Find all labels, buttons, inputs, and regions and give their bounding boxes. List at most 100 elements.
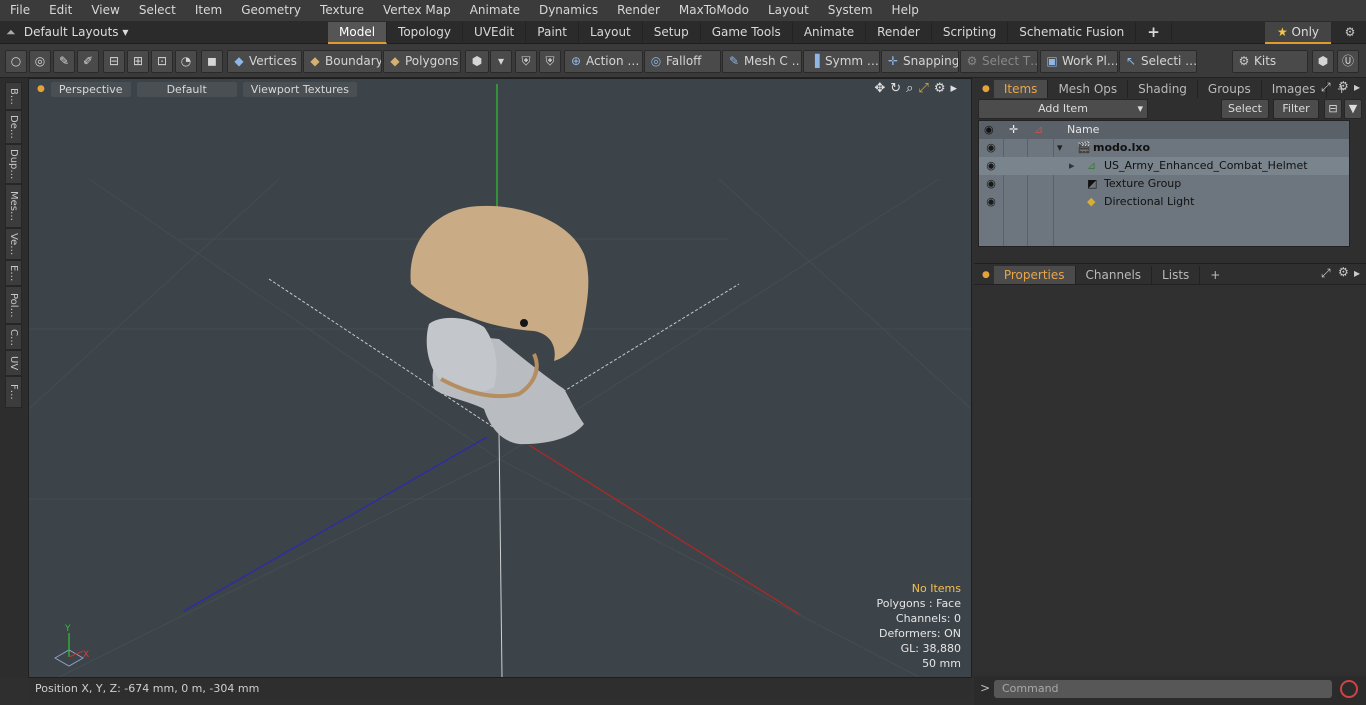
chevron-down-icon[interactable]: ▾ (490, 50, 512, 73)
menu-layout[interactable]: Layout (758, 0, 818, 21)
perspective-dropdown[interactable]: Perspective (50, 82, 131, 97)
left-tab-mesh[interactable]: Mes… (5, 184, 22, 228)
menu-texture[interactable]: Texture (310, 0, 373, 21)
tab-items[interactable]: Items (993, 80, 1049, 98)
tab-game-tools[interactable]: Game Tools (701, 22, 793, 42)
tab-mesh-ops[interactable]: Mesh Ops (1048, 80, 1129, 98)
orbit-icon[interactable]: ↻ (890, 81, 901, 96)
menu-render[interactable]: Render (607, 0, 669, 21)
gear-icon[interactable]: ⚙ (1340, 22, 1360, 42)
left-tab-basic[interactable]: B… (5, 82, 22, 110)
symmetry-shield-icon[interactable]: ⛨ (515, 50, 537, 73)
item-row[interactable]: ◉ ▾ 🎬 modo.lxo (979, 139, 1349, 157)
falloff-button[interactable]: ◎ Falloff (644, 50, 721, 73)
menu-system[interactable]: System (818, 0, 882, 21)
mesh-constraint-button[interactable]: ✎ Mesh C … (722, 50, 802, 73)
viewport-textures-dropdown[interactable]: Viewport Textures (242, 82, 357, 97)
shield-icon[interactable]: ⛨ (539, 50, 561, 73)
transform-icon[interactable]: ⊞ (127, 50, 149, 73)
symmetry-button[interactable]: ▐ Symm … (803, 50, 880, 73)
work-plane-button[interactable]: ▣ Work Pl… (1040, 50, 1118, 73)
menu-dynamics[interactable]: Dynamics (529, 0, 607, 21)
record-icon[interactable] (1340, 680, 1358, 698)
left-tab-deform[interactable]: De… (5, 110, 22, 144)
left-tab-vertex[interactable]: Ve… (5, 228, 22, 260)
action-center-button[interactable]: ⊕ Action … (564, 50, 643, 73)
snapping-button[interactable]: ✛ Snapping (881, 50, 959, 73)
select-circle-icon[interactable]: ○ (5, 50, 27, 73)
tab-schematic-fusion[interactable]: Schematic Fusion (1008, 22, 1137, 42)
name-column-header[interactable]: Name (1067, 121, 1099, 139)
add-item-dropdown[interactable]: Add Item ▾ (978, 99, 1148, 119)
unity-icon[interactable]: ⬢ (1312, 50, 1334, 73)
tab-properties[interactable]: Properties (993, 266, 1076, 284)
viewport-menu-icon[interactable]: ● (37, 82, 45, 97)
menu-vertex-map[interactable]: Vertex Map (373, 0, 460, 21)
expand-arrow-icon[interactable]: ▸ (1069, 157, 1075, 175)
menu-help[interactable]: Help (882, 0, 928, 21)
menu-animate[interactable]: Animate (460, 0, 529, 21)
rotate-icon[interactable]: ◔ (175, 50, 197, 73)
material-icon[interactable]: ⬢ (465, 50, 489, 73)
pan-icon[interactable]: ✥ (874, 81, 885, 96)
polygons-button[interactable]: ◆ Polygons (383, 50, 461, 73)
tab-scripting[interactable]: Scripting (932, 22, 1009, 42)
left-tab-curve[interactable]: C… (5, 324, 22, 350)
funnel-icon[interactable]: ▼ (1344, 99, 1362, 119)
tab-layout[interactable]: Layout (579, 22, 643, 42)
menu-file[interactable]: File (0, 0, 39, 21)
left-tab-fusion[interactable]: F… (5, 376, 22, 408)
globe-icon[interactable]: ◎ (29, 50, 51, 73)
left-tab-polygon[interactable]: Pol… (5, 286, 22, 324)
panel-expand-icon[interactable]: ⤢ (1321, 80, 1331, 95)
tab-channels[interactable]: Channels (1076, 266, 1153, 284)
properties-menu-icon[interactable]: ● (978, 266, 994, 284)
panel-arrow-icon[interactable]: ▸ (1354, 80, 1360, 94)
menu-item[interactable]: Item (185, 0, 231, 21)
menu-view[interactable]: View (81, 0, 128, 21)
panel-expand-icon[interactable]: ⤢ (1321, 266, 1331, 281)
tab-animate[interactable]: Animate (793, 22, 867, 42)
layout-selector[interactable]: ⏶ Default Layouts ▾ (6, 21, 128, 43)
command-input[interactable]: Command (994, 680, 1332, 698)
collapse-list-icon[interactable]: ⊟ (1324, 99, 1342, 119)
tab-lists[interactable]: Lists (1152, 266, 1201, 284)
vertices-button[interactable]: ◆ Vertices (227, 50, 302, 73)
unreal-icon[interactable]: Ⓤ (1337, 50, 1359, 73)
tab-setup[interactable]: Setup (643, 22, 701, 42)
zoom-icon[interactable]: ⌕ (906, 81, 913, 96)
tab-paint[interactable]: Paint (526, 22, 579, 42)
eye-icon[interactable]: ◉ (983, 157, 999, 175)
menu-edit[interactable]: Edit (39, 0, 81, 21)
add-panel-tab-icon[interactable]: + (1200, 266, 1230, 284)
panel-arrow-icon[interactable]: ▸ (1354, 266, 1360, 280)
expand-arrow-icon[interactable]: ▾ (1057, 139, 1063, 157)
tab-render[interactable]: Render (866, 22, 932, 42)
item-row[interactable]: ◉ ◆ Directional Light (979, 193, 1349, 211)
panel-gear-icon[interactable]: ⚙ (1338, 79, 1349, 93)
tab-topology[interactable]: Topology (387, 22, 464, 42)
left-tab-edge[interactable]: E… (5, 260, 22, 286)
eye-icon[interactable]: ◉ (983, 193, 999, 211)
left-tab-duplicate[interactable]: Dup… (5, 144, 22, 184)
select-through-button[interactable]: ⚙ Select T… (960, 50, 1038, 73)
collapse-icon[interactable]: ⏶ (6, 21, 20, 43)
cube-icon[interactable]: ◼ (201, 50, 223, 73)
items-panel-menu-icon[interactable]: ● (978, 80, 994, 98)
eye-icon[interactable]: ◉ (983, 175, 999, 193)
item-row[interactable]: ◉ ◩ Texture Group (979, 175, 1349, 193)
left-tab-uv[interactable]: UV (5, 350, 22, 376)
add-tab-icon[interactable]: + (1136, 22, 1172, 42)
3d-viewport[interactable]: Y X ● Perspective Default Viewport Textu… (28, 78, 972, 678)
eye-icon[interactable]: ◉ (983, 139, 999, 157)
center-icon[interactable]: ⊡ (151, 50, 173, 73)
menu-maxtomodo[interactable]: MaxToModo (669, 0, 758, 21)
kits-button[interactable]: ⚙ Kits (1232, 50, 1308, 73)
only-toggle[interactable]: ★ Only (1265, 22, 1331, 44)
menu-select[interactable]: Select (129, 0, 185, 21)
tab-shading[interactable]: Shading (1128, 80, 1198, 98)
align-icon[interactable]: ⊟ (103, 50, 125, 73)
item-row[interactable]: ◉ ▸ ⊿ US_Army_Enhanced_Combat_Helmet (979, 157, 1349, 175)
panel-gear-icon[interactable]: ⚙ (1338, 265, 1349, 279)
boundary-button[interactable]: ◆ Boundary (303, 50, 382, 73)
